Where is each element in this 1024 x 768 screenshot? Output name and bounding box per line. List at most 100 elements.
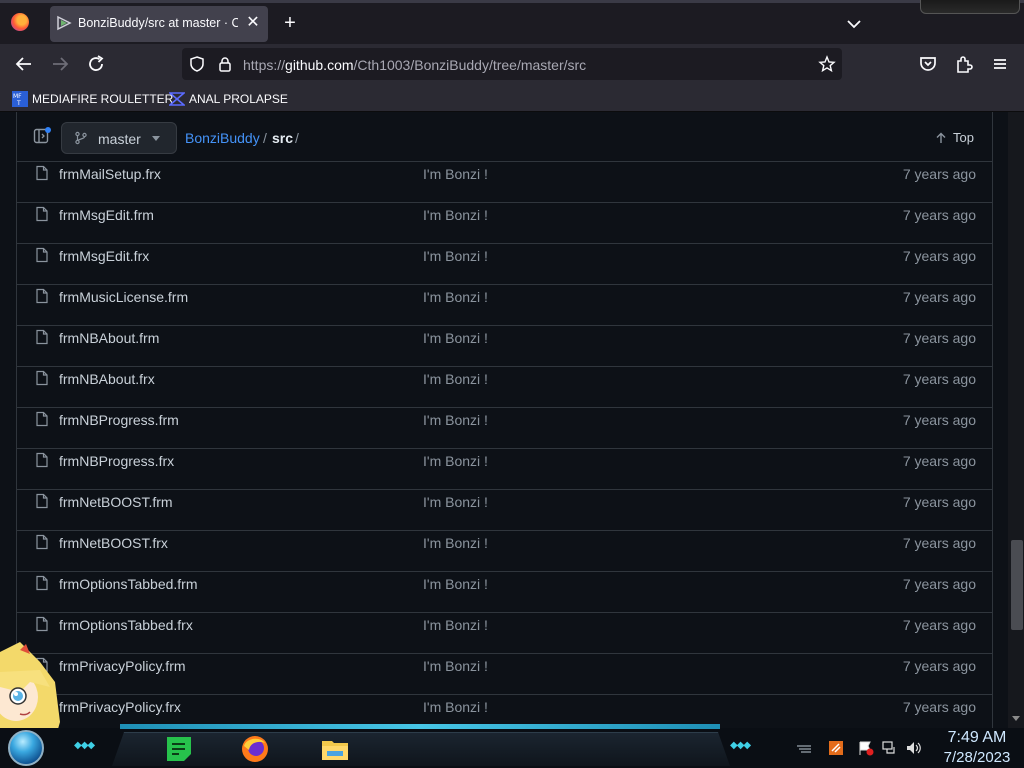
table-row[interactable]: frmNBProgress.frx I'm Bonzi ! 7 years ago: [16, 449, 993, 490]
file-name-link[interactable]: frmNBProgress.frx: [59, 453, 174, 469]
commit-message-link[interactable]: I'm Bonzi !: [423, 248, 488, 264]
reload-icon[interactable]: [84, 52, 108, 76]
file-name-link[interactable]: frmNetBOOST.frx: [59, 535, 168, 551]
firefox-icon[interactable]: [240, 734, 270, 764]
commit-message-link[interactable]: I'm Bonzi !: [423, 330, 488, 346]
commit-message-link[interactable]: I'm Bonzi !: [423, 412, 488, 428]
table-row[interactable]: frmNBProgress.frm I'm Bonzi ! 7 years ago: [16, 408, 993, 449]
tray-stack-icon[interactable]: [796, 740, 812, 756]
commit-message-link[interactable]: I'm Bonzi !: [423, 289, 488, 305]
file-name-link[interactable]: frmMusicLicense.frm: [59, 289, 188, 305]
table-row[interactable]: frmOptionsTabbed.frx I'm Bonzi ! 7 years a…: [16, 613, 993, 654]
arrow-up-icon: [936, 132, 946, 143]
commit-message-link[interactable]: I'm Bonzi !: [423, 494, 488, 510]
commit-message-link[interactable]: I'm Bonzi !: [423, 658, 488, 674]
file-icon: [36, 206, 48, 222]
volume-icon[interactable]: [906, 740, 922, 756]
file-name-link[interactable]: frmMailSetup.frx: [59, 166, 161, 182]
file-icon: [36, 247, 48, 263]
table-row[interactable]: frmMailSetup.frx I'm Bonzi ! 7 years ago: [16, 162, 993, 203]
notes-app-icon[interactable]: [164, 734, 194, 764]
commit-age: 7 years ago: [902, 166, 976, 182]
file-icon: [36, 288, 48, 304]
extensions-icon[interactable]: [952, 52, 976, 76]
file-name-link[interactable]: frmPrivacyPolicy.frm: [59, 658, 186, 674]
file-name-link[interactable]: frmNBProgress.frm: [59, 412, 179, 428]
table-row[interactable]: frmOptionsTabbed.frm I'm Bonzi ! 7 years a…: [16, 572, 993, 613]
clock-time: 7:49 AM: [947, 729, 1007, 746]
file-name-link[interactable]: frmMsgEdit.frm: [59, 207, 154, 223]
shield-icon[interactable]: [188, 55, 206, 73]
tab-close-button[interactable]: ✕: [244, 13, 262, 33]
tray-app-icon[interactable]: [828, 740, 844, 756]
tray-flag-icon[interactable]: [858, 740, 874, 756]
start-button[interactable]: [8, 730, 44, 766]
breadcrumb-current-dir: src: [272, 130, 294, 146]
browser-window: BonziBuddy/src at master · Cth1003/Bonzi…: [0, 0, 1024, 728]
file-icon: [36, 452, 48, 468]
commit-message-link[interactable]: I'm Bonzi !: [423, 207, 488, 223]
commit-message-link[interactable]: I'm Bonzi !: [423, 371, 488, 387]
bookmark-second[interactable]: ANAL PROLAPSE: [169, 90, 288, 108]
breadcrumb-repo-link[interactable]: BonziBuddy: [185, 130, 260, 146]
commit-age: 7 years ago: [902, 453, 976, 469]
file-list-header: master BonziBuddy / src / Top: [16, 112, 993, 162]
commit-message-link[interactable]: I'm Bonzi !: [423, 535, 488, 551]
expand-file-tree-icon[interactable]: [33, 127, 51, 145]
network-icon[interactable]: [882, 740, 898, 756]
bookmark-label: MEDIAFIRE ROULETTER: [32, 92, 174, 106]
file-name-link[interactable]: frmNBAbout.frm: [59, 330, 159, 346]
top-button[interactable]: Top: [935, 130, 974, 145]
page-scrollbar[interactable]: [1008, 112, 1024, 728]
url-path: /Cth1003/BonziBuddy/tree/master/src: [353, 57, 587, 73]
bookmark-mediafire[interactable]: MF T MEDIAFIRE ROULETTER: [12, 90, 173, 108]
table-row[interactable]: frmMsgEdit.frx I'm Bonzi ! 7 years ago: [16, 244, 993, 285]
bookmark-star-icon[interactable]: [818, 55, 836, 73]
github-page: master BonziBuddy / src / Top frmMailSet…: [0, 112, 1008, 728]
table-row[interactable]: frmNBAbout.frx I'm Bonzi ! 7 years ago: [16, 367, 993, 408]
file-name-link[interactable]: frmNBAbout.frx: [59, 371, 155, 387]
commit-age: 7 years ago: [902, 658, 976, 674]
tab-bonzibuddy[interactable]: BonziBuddy/src at master · Cth1003/Bonzi…: [50, 6, 268, 42]
file-name-link[interactable]: frmPrivacyPolicy.frx: [59, 699, 181, 715]
branch-select-button[interactable]: master: [61, 122, 177, 154]
file-name-link[interactable]: frmMsgEdit.frx: [59, 248, 149, 264]
file-explorer-icon[interactable]: [320, 734, 350, 764]
desktop-mascot-character: [0, 642, 60, 728]
new-tab-button[interactable]: +: [280, 13, 300, 33]
url-bar[interactable]: https://github.com/Cth1003/BonziBuddy/tr…: [182, 48, 842, 80]
commit-message-link[interactable]: I'm Bonzi !: [423, 166, 488, 182]
table-row[interactable]: frmNetBOOST.frx I'm Bonzi ! 7 years ago: [16, 531, 993, 572]
list-all-tabs-icon[interactable]: [845, 15, 863, 33]
commit-message-link[interactable]: I'm Bonzi !: [423, 453, 488, 469]
table-row[interactable]: frmMsgEdit.frm I'm Bonzi ! 7 years ago: [16, 203, 993, 244]
file-name-link[interactable]: frmOptionsTabbed.frm: [59, 576, 198, 592]
svg-text:T: T: [16, 100, 21, 107]
commit-message-link[interactable]: I'm Bonzi !: [423, 617, 488, 633]
file-name-link[interactable]: frmNetBOOST.frm: [59, 494, 173, 510]
table-row[interactable]: frmNBAbout.frm I'm Bonzi ! 7 years ago: [16, 326, 993, 367]
file-icon: [36, 329, 48, 345]
git-branch-icon: [75, 131, 87, 145]
top-label: Top: [953, 130, 974, 145]
scrollbar-thumb[interactable]: [1011, 540, 1023, 630]
scroll-down-arrow-icon[interactable]: [1012, 716, 1020, 721]
favicon-icon: [57, 15, 72, 31]
commit-age: 7 years ago: [902, 207, 976, 223]
commit-message-link[interactable]: I'm Bonzi !: [423, 576, 488, 592]
back-arrow-icon[interactable]: [12, 52, 36, 76]
table-row[interactable]: frmMusicLicense.frm I'm Bonzi ! 7 years ag…: [16, 285, 993, 326]
table-row[interactable]: frmNetBOOST.frm I'm Bonzi ! 7 years ago: [16, 490, 993, 531]
lock-icon[interactable]: [216, 55, 234, 73]
system-clock[interactable]: 7:49 AM 7/28/2023: [934, 728, 1020, 768]
commit-message-link[interactable]: I'm Bonzi !: [423, 699, 488, 715]
file-name-link[interactable]: frmOptionsTabbed.frx: [59, 617, 193, 633]
commit-age: 7 years ago: [902, 289, 976, 305]
file-icon: [36, 370, 48, 386]
table-row[interactable]: frmPrivacyPolicy.frm I'm Bonzi ! 7 years a…: [16, 654, 993, 695]
pocket-icon[interactable]: [916, 52, 940, 76]
firefox-menu-icon[interactable]: [11, 13, 29, 31]
hamburger-menu-icon[interactable]: [988, 52, 1012, 76]
forward-arrow-icon[interactable]: [48, 52, 72, 76]
url-text[interactable]: https://github.com/Cth1003/BonziBuddy/tr…: [243, 57, 586, 73]
